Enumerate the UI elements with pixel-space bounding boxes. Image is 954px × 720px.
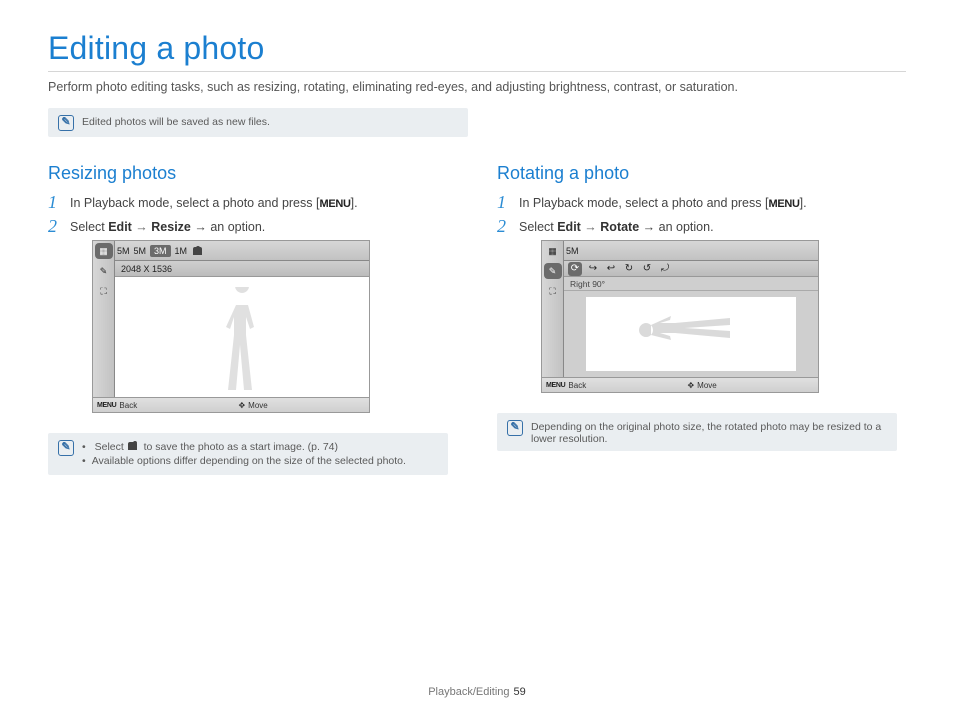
screenshot-side-toolbar: ▦ ✎ ⛶ (542, 241, 564, 377)
rotating-note: ✎ Depending on the original photo size, … (497, 413, 897, 451)
screenshot-sub-label: Right 90° (564, 277, 818, 291)
start-image-icon (127, 441, 141, 451)
page-title: Editing a photo (48, 30, 906, 71)
heading-rotating: Rotating a photo (497, 163, 906, 184)
side-icon: ▦ (95, 243, 113, 259)
top-label: 5M (566, 246, 579, 256)
rotate-screenshot: ▦ ✎ ⛶ 5M ⟳ ↪ ↩ ↻ (541, 240, 819, 393)
move-icon: ✥ (238, 401, 245, 410)
step-text: Select (70, 220, 108, 234)
footer-section: Playback/Editing (428, 686, 509, 698)
size-option-selected: 3M (150, 245, 171, 257)
rotating-note-text: Depending on the original photo size, th… (531, 419, 887, 445)
footer-menu-label: MENU (546, 382, 565, 389)
move-icon: ✥ (687, 381, 694, 390)
screenshot-body (115, 277, 369, 397)
step-bold: Rotate (600, 220, 639, 234)
footer-move: Move (697, 381, 717, 390)
resizing-step-2: Select Edit → Resize → an option. ▦ ✎ ⛶ … (48, 220, 457, 413)
side-icon: ⛶ (95, 283, 113, 299)
step-text: In Playback mode, select a photo and pre… (519, 196, 768, 210)
step-text: Select (519, 220, 557, 234)
note-icon: ✎ (507, 420, 523, 436)
step-text: In Playback mode, select a photo and pre… (70, 196, 319, 210)
start-image-icon (191, 245, 205, 257)
note-icon: ✎ (58, 115, 74, 131)
intro-text: Perform photo editing tasks, such as res… (48, 80, 906, 94)
person-silhouette-icon (631, 305, 751, 355)
footer-menu-label: MENU (97, 402, 116, 409)
footer-move: Move (248, 401, 268, 410)
resizing-step-1: In Playback mode, select a photo and pre… (48, 196, 457, 210)
rotating-step-2: Select Edit → Rotate → an option. ▦ ✎ ⛶ … (497, 220, 906, 393)
step-text: ]. (351, 196, 358, 210)
rotate-icon: ⟳ (568, 262, 582, 276)
note-icon: ✎ (58, 440, 74, 456)
rotate-icon: ↺ (640, 262, 654, 276)
footer-back: Back (119, 401, 137, 410)
menu-label: MENU (768, 198, 799, 210)
page-footer: Playback/Editing 59 (0, 686, 954, 698)
step-text: ]. (800, 196, 807, 210)
note-line: Available options differ depending on th… (82, 455, 406, 467)
rotate-icons: ⟳ ↪ ↩ ↻ ↺ ⤾ (568, 262, 672, 276)
rotate-icon: ⤾ (658, 262, 672, 276)
arrow: → (581, 220, 600, 234)
side-icon: ⛶ (544, 283, 562, 299)
size-option: 5M (117, 246, 130, 256)
rotate-icon: ↻ (622, 262, 636, 276)
note-text: Select (95, 441, 127, 453)
side-icon: ✎ (95, 263, 113, 279)
screenshot-body (564, 291, 818, 377)
step-bold: Edit (557, 220, 581, 234)
note-line: Select to save the photo as a start imag… (82, 441, 406, 453)
screenshot-rotate-row: ⟳ ↪ ↩ ↻ ↺ ⤾ (564, 261, 818, 277)
screenshot-sub-label: 2048 X 1536 (115, 261, 369, 277)
rotate-icon: ↪ (586, 262, 600, 276)
title-divider (48, 71, 906, 72)
side-icon: ▦ (544, 243, 562, 259)
note-text: to save the photo as a start image. (p. … (141, 441, 338, 453)
col-rotating: Rotating a photo In Playback mode, selec… (497, 163, 906, 475)
step-text: → an option. (639, 220, 713, 234)
step-bold: Resize (151, 220, 191, 234)
screenshot-top-toolbar: 5M (542, 241, 818, 261)
screenshot-footer: MENUBack ✥Move (542, 377, 818, 392)
menu-label: MENU (319, 198, 350, 210)
rotating-step-1: In Playback mode, select a photo and pre… (497, 196, 906, 210)
screenshot-top-toolbar: 5M 5M 3M 1M (93, 241, 369, 261)
screenshot-side-toolbar: ▦ ✎ ⛶ (93, 241, 115, 397)
top-note-text: Edited photos will be saved as new files… (82, 114, 270, 128)
step-text: → an option. (191, 220, 265, 234)
person-silhouette-icon (212, 287, 272, 397)
size-option: 5M (134, 246, 147, 256)
rotate-icon: ↩ (604, 262, 618, 276)
screenshot-footer: MENUBack ✥Move (93, 397, 369, 412)
top-note: ✎ Edited photos will be saved as new fil… (48, 108, 468, 137)
footer-back: Back (568, 381, 586, 390)
step-bold: Edit (108, 220, 132, 234)
arrow: → (132, 220, 151, 234)
col-resizing: Resizing photos In Playback mode, select… (48, 163, 457, 475)
side-icon: ✎ (544, 263, 562, 279)
resizing-note: ✎ Select to save the photo as a start im… (48, 433, 448, 475)
resize-screenshot: ▦ ✎ ⛶ 5M 5M 3M 1M 2048 X 1536 (92, 240, 370, 413)
footer-page-number: 59 (514, 686, 526, 698)
size-option: 1M (175, 246, 188, 256)
heading-resizing: Resizing photos (48, 163, 457, 184)
